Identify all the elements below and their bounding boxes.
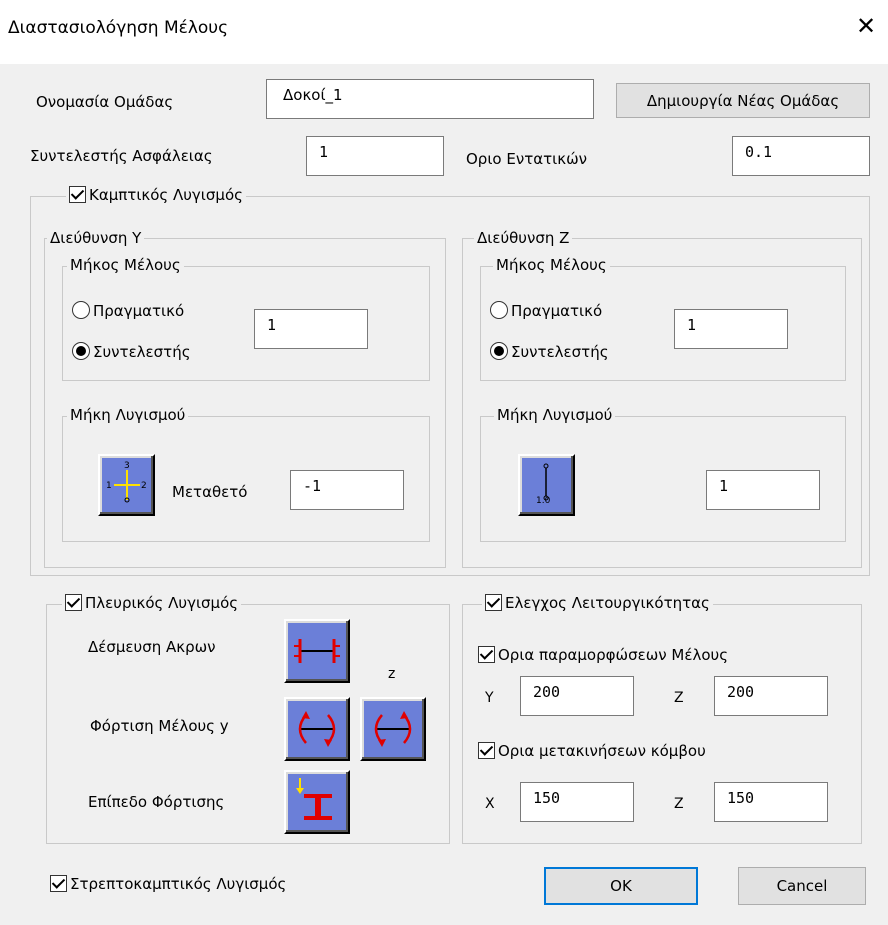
displacement-x-input[interactable]: 150 <box>520 782 634 822</box>
checkbox-checked-icon <box>65 594 82 611</box>
buckling-length-z-label: Μήκη Λυγισμού <box>494 406 616 424</box>
member-loading-label: Φόρτιση Μέλους y <box>90 717 229 735</box>
load-level-label: Επίπεδο Φόρτισης <box>88 793 225 811</box>
end-restraint-icon <box>294 639 340 663</box>
displacement-x-label: X <box>485 796 495 812</box>
displacement-z-input[interactable]: 150 <box>714 782 828 822</box>
cancel-button[interactable]: Cancel <box>738 867 866 905</box>
flexural-buckling-checkbox[interactable]: Καμπτικός Λυγισμός <box>66 186 246 204</box>
lateral-buckling-checkbox[interactable]: Πλευρικός Λυγισμός <box>62 594 242 612</box>
moment-loading-icon <box>374 711 412 747</box>
member-length-z-group <box>480 266 846 381</box>
moment-loading-icon <box>298 711 336 747</box>
svg-text:3: 3 <box>124 461 130 471</box>
load-level-button[interactable] <box>284 770 350 834</box>
radio-selected-icon <box>490 342 508 360</box>
end-restraint-button[interactable] <box>284 619 350 683</box>
group-name-label: Ονομασία Ομάδας <box>36 93 174 111</box>
member-length-y-group <box>62 266 430 381</box>
radio-unselected-icon <box>490 301 508 319</box>
checkbox-checked-icon <box>50 875 67 892</box>
close-icon[interactable]: ✕ <box>856 14 876 38</box>
radio-factor-z[interactable]: Συντελεστής <box>490 342 609 361</box>
sway-frame-button[interactable]: 3 1 2 <box>98 454 155 516</box>
buckling-icon-text: 1.0 <box>536 496 551 506</box>
checkbox-checked-icon <box>478 742 495 759</box>
member-length-y-label: Μήκος Μέλους <box>67 256 184 274</box>
member-loading-z-button[interactable] <box>360 697 426 761</box>
svg-text:1: 1 <box>106 481 112 491</box>
radio-factor-y[interactable]: Συντελεστής <box>72 342 191 361</box>
buckling-length-y-label: Μήκη Λυγισμού <box>67 406 189 424</box>
member-length-z-label: Μήκος Μέλους <box>493 256 610 274</box>
stress-limit-label: Οριο Εντατικών <box>466 150 588 168</box>
stress-limit-input[interactable]: 0.1 <box>732 136 870 176</box>
safety-factor-label: Συντελεστής Ασφάλειας <box>30 147 213 165</box>
radio-selected-icon <box>72 342 90 360</box>
checkbox-checked-icon <box>478 646 495 663</box>
i-beam-icon <box>296 778 332 820</box>
member-length-y-input[interactable]: 1 <box>254 309 368 349</box>
checkbox-checked-icon <box>69 186 86 203</box>
checkbox-checked-icon <box>485 594 502 611</box>
member-loading-y-button[interactable] <box>284 697 350 761</box>
torsional-buckling-checkbox[interactable]: Στρεπτοκαμπτικός Λυγισμός <box>50 875 286 893</box>
safety-factor-input[interactable]: 1 <box>306 136 444 176</box>
direction-z-label: Διεύθυνση Ζ <box>474 229 573 247</box>
sway-frame-icon: 3 1 2 <box>106 461 147 503</box>
buckling-length-button[interactable]: 1.0 <box>518 454 575 516</box>
z-label: z <box>388 666 396 682</box>
deformation-z-input[interactable]: 200 <box>714 676 828 716</box>
displacement-limits-checkbox[interactable]: Ορια μετακινήσεων κόμβου <box>478 742 706 760</box>
member-length-z-input[interactable]: 1 <box>674 309 788 349</box>
displacement-z-label: Z <box>674 796 684 812</box>
deformation-z-label: Z <box>674 690 684 706</box>
buckling-length-z-input[interactable]: 1 <box>706 470 820 510</box>
radio-actual-z[interactable]: Πραγματικό <box>490 301 602 320</box>
create-group-button[interactable]: Δημιουργία Νέας Ομάδας <box>616 83 870 118</box>
buckling-length-y-input[interactable]: -1 <box>290 470 404 510</box>
deformation-y-input[interactable]: 200 <box>520 676 634 716</box>
svg-text:2: 2 <box>141 481 147 491</box>
radio-unselected-icon <box>72 301 90 319</box>
deformation-y-label: Y <box>485 690 494 706</box>
radio-actual-y[interactable]: Πραγματικό <box>72 301 184 320</box>
group-name-input[interactable]: Δοκοί_1 <box>266 79 594 119</box>
ok-button[interactable]: OK <box>544 867 698 905</box>
deformation-limits-checkbox[interactable]: Ορια παραμορφώσεων Μέλους <box>478 646 728 664</box>
direction-y-label: Διεύθυνση Υ <box>47 229 145 247</box>
end-restraint-label: Δέσμευση Ακρων <box>88 638 216 656</box>
serviceability-checkbox[interactable]: Ελεγχος Λειτουργικότητας <box>482 594 713 612</box>
sway-type-label: Μεταθετό <box>172 483 248 501</box>
window-title: Διαστασιολόγηση Μέλους <box>8 18 229 38</box>
